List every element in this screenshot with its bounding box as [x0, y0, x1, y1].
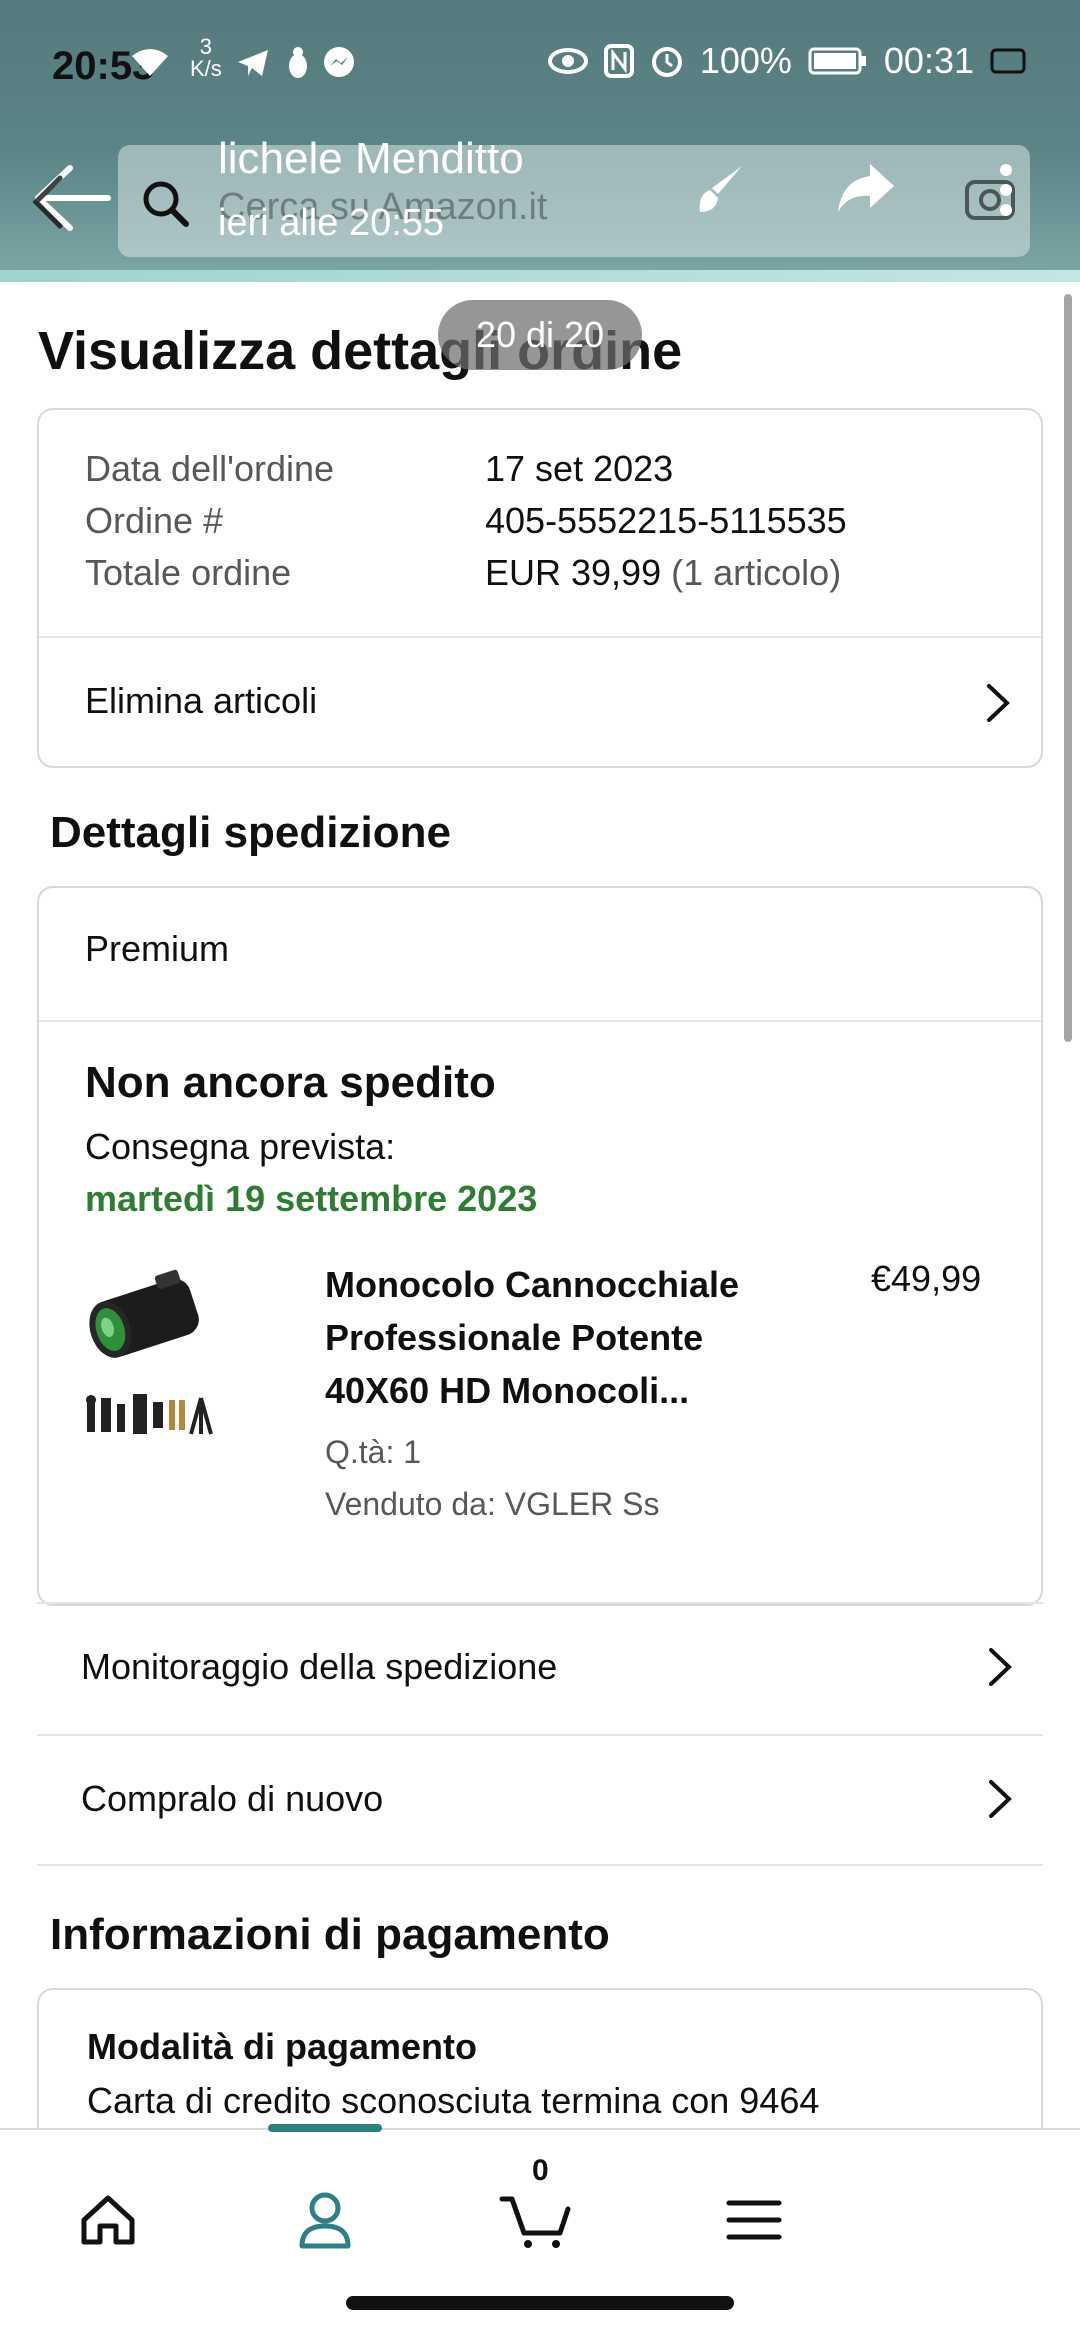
product-name[interactable]: Monocolo Cannocchiale Professionale Pote… — [325, 1258, 795, 1417]
buy-again-label: Compralo di nuovo — [81, 1778, 384, 1819]
eye-icon — [547, 48, 588, 74]
shipping-type: Premium — [85, 928, 230, 969]
nav-menu[interactable] — [694, 2160, 814, 2280]
chevron-right-icon — [987, 684, 1010, 722]
payment-method-title: Modalità di pagamento — [87, 2026, 478, 2067]
cart-icon — [499, 2196, 571, 2248]
alarm-icon — [651, 47, 682, 77]
home-icon — [81, 2195, 135, 2245]
status-bar: 20:53 3 K/s 100% 00:31 — [0, 0, 1080, 120]
order-number-value: 405-5552215-5115535 — [485, 500, 847, 541]
order-summary-card: Data dell'ordine 17 set 2023 Ordine # 40… — [37, 408, 1043, 768]
battery-icon — [808, 47, 866, 75]
payment-section-title: Informazioni di pagamento — [50, 1910, 610, 1959]
image-counter-badge: 20 di 20 — [438, 300, 642, 370]
status-clock: 00:31 — [883, 40, 974, 81]
shipment-card: Premium Non ancora spedito Consegna prev… — [37, 886, 1043, 1606]
sent-time: ieri alle 20:55 — [218, 202, 445, 244]
menu-icon — [726, 2200, 782, 2240]
chevron-right-icon — [989, 1648, 1012, 1686]
telegram-icon — [238, 50, 268, 76]
order-total-amount: EUR 39,99 — [485, 552, 662, 593]
share-icon[interactable] — [836, 160, 896, 216]
sender-name: lichele Menditto — [218, 134, 524, 183]
track-shipment-row[interactable]: Monitoraggio della spedizione — [37, 1602, 1043, 1734]
status-left-icons — [130, 40, 131, 41]
order-date-value: 17 set 2023 — [485, 448, 674, 489]
brush-icon[interactable] — [690, 160, 750, 220]
order-date-label: Data dell'ordine — [85, 448, 335, 489]
eta-date: martedì 19 settembre 2023 — [85, 1178, 538, 1219]
track-shipment-label: Monitoraggio della spedizione — [81, 1646, 558, 1687]
net-speed: 3 K/s — [190, 36, 222, 80]
order-total-value: EUR 39,99 (1 articolo) — [485, 552, 841, 594]
shipment-divider — [39, 1020, 1041, 1022]
active-tab-indicator — [268, 2124, 382, 2132]
search-icon[interactable] — [140, 178, 192, 230]
order-details-content[interactable]: Visualizza dettagli ordine 20 di 20 Data… — [0, 282, 1080, 2130]
order-number-label: Ordine # — [85, 500, 224, 541]
gesture-home-bar[interactable] — [346, 2296, 734, 2310]
scrollbar[interactable] — [1064, 294, 1072, 1042]
shipment-section-title: Dettagli spedizione — [50, 808, 451, 857]
battery-percent: 100% — [699, 40, 792, 81]
nav-home[interactable] — [48, 2160, 168, 2280]
product-price: €49,99 — [871, 1258, 982, 1299]
bug-icon — [289, 47, 307, 78]
order-total-label: Totale ordine — [85, 552, 292, 593]
product-seller: Venduto da: VGLER Ss — [325, 1486, 660, 1522]
nav-account[interactable] — [265, 2160, 385, 2280]
messenger-icon — [324, 47, 354, 77]
order-total-items: (1 articolo) — [671, 552, 842, 593]
back-arrow-icon[interactable] — [30, 160, 114, 236]
net-speed-value: 3 — [199, 34, 213, 59]
user-icon — [299, 2192, 351, 2249]
status-right: 100% 00:31 — [547, 40, 1030, 82]
shipment-status: Non ancora spedito — [85, 1058, 496, 1107]
more-options-icon[interactable] — [996, 160, 1016, 220]
delete-items-row[interactable]: Elimina articoli — [39, 638, 1041, 766]
payment-card: Modalità di pagamento Carta di credito s… — [37, 1988, 1043, 2130]
wifi-icon — [132, 49, 168, 76]
battery-outline-icon — [990, 48, 1026, 74]
chevron-right-icon — [989, 1780, 1012, 1818]
product-image[interactable] — [83, 1260, 229, 1460]
spacer-icon — [130, 40, 131, 41]
eta-label: Consegna prevista: — [85, 1126, 396, 1167]
nfc-icon — [603, 44, 634, 78]
net-speed-unit: K/s — [190, 56, 222, 81]
header-accent-strip — [0, 270, 1080, 282]
cart-count-badge: 0 — [532, 2154, 549, 2187]
buy-again-row[interactable]: Compralo di nuovo — [37, 1734, 1043, 1866]
payment-method-description: Carta di credito sconosciuta termina con… — [87, 2080, 820, 2121]
product-quantity: Q.tà: 1 — [325, 1434, 422, 1470]
delete-items-label: Elimina articoli — [85, 680, 318, 721]
